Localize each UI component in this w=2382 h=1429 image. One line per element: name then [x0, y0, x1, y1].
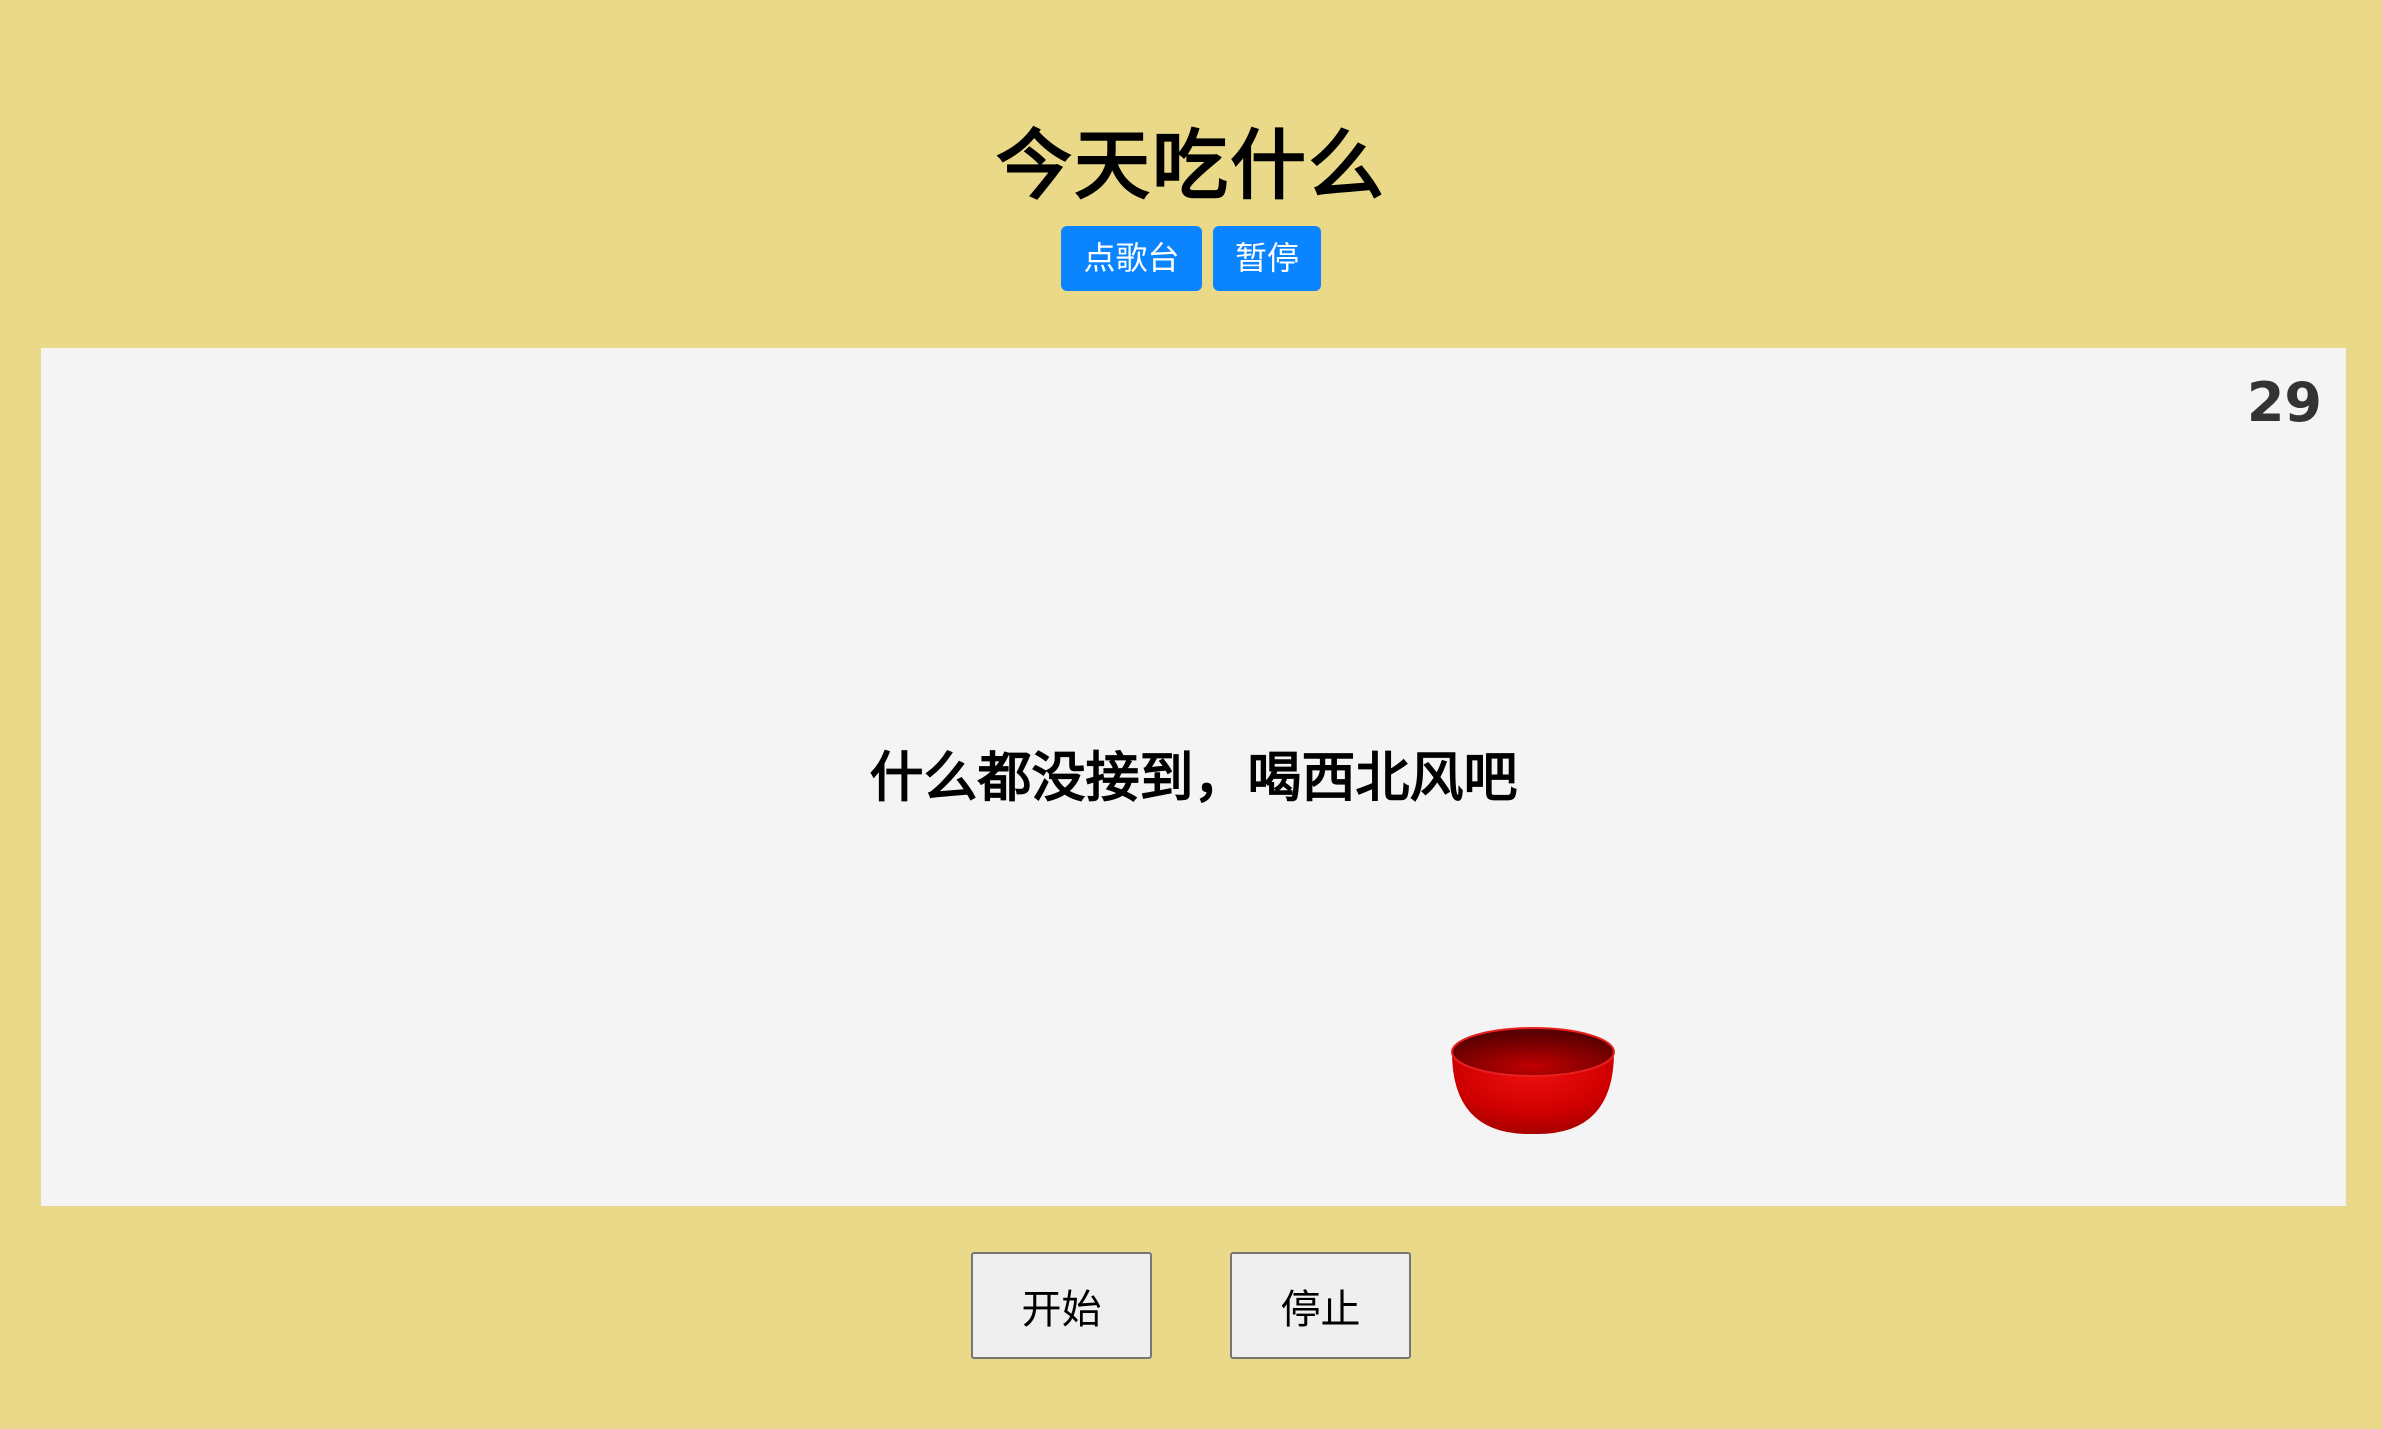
top-toolbar: 点歌台 暂停 — [0, 226, 2382, 291]
stop-button[interactable]: 停止 — [1230, 1252, 1411, 1359]
score-counter: 29 — [2246, 371, 2322, 434]
bottom-controls: 开始 停止 — [0, 1252, 2382, 1359]
playlist-button[interactable]: 点歌台 — [1061, 226, 1202, 291]
pause-button[interactable]: 暂停 — [1213, 226, 1321, 291]
bowl-icon[interactable] — [1450, 1026, 1616, 1136]
bowl-graphic — [1451, 1027, 1615, 1135]
game-message: 什么都没接到，喝西北风吧 — [869, 746, 1518, 809]
start-button[interactable]: 开始 — [971, 1252, 1152, 1359]
game-area[interactable]: 29 什么都没接到，喝西北风吧 — [41, 348, 2346, 1206]
page-title: 今天吃什么 — [996, 120, 1386, 210]
